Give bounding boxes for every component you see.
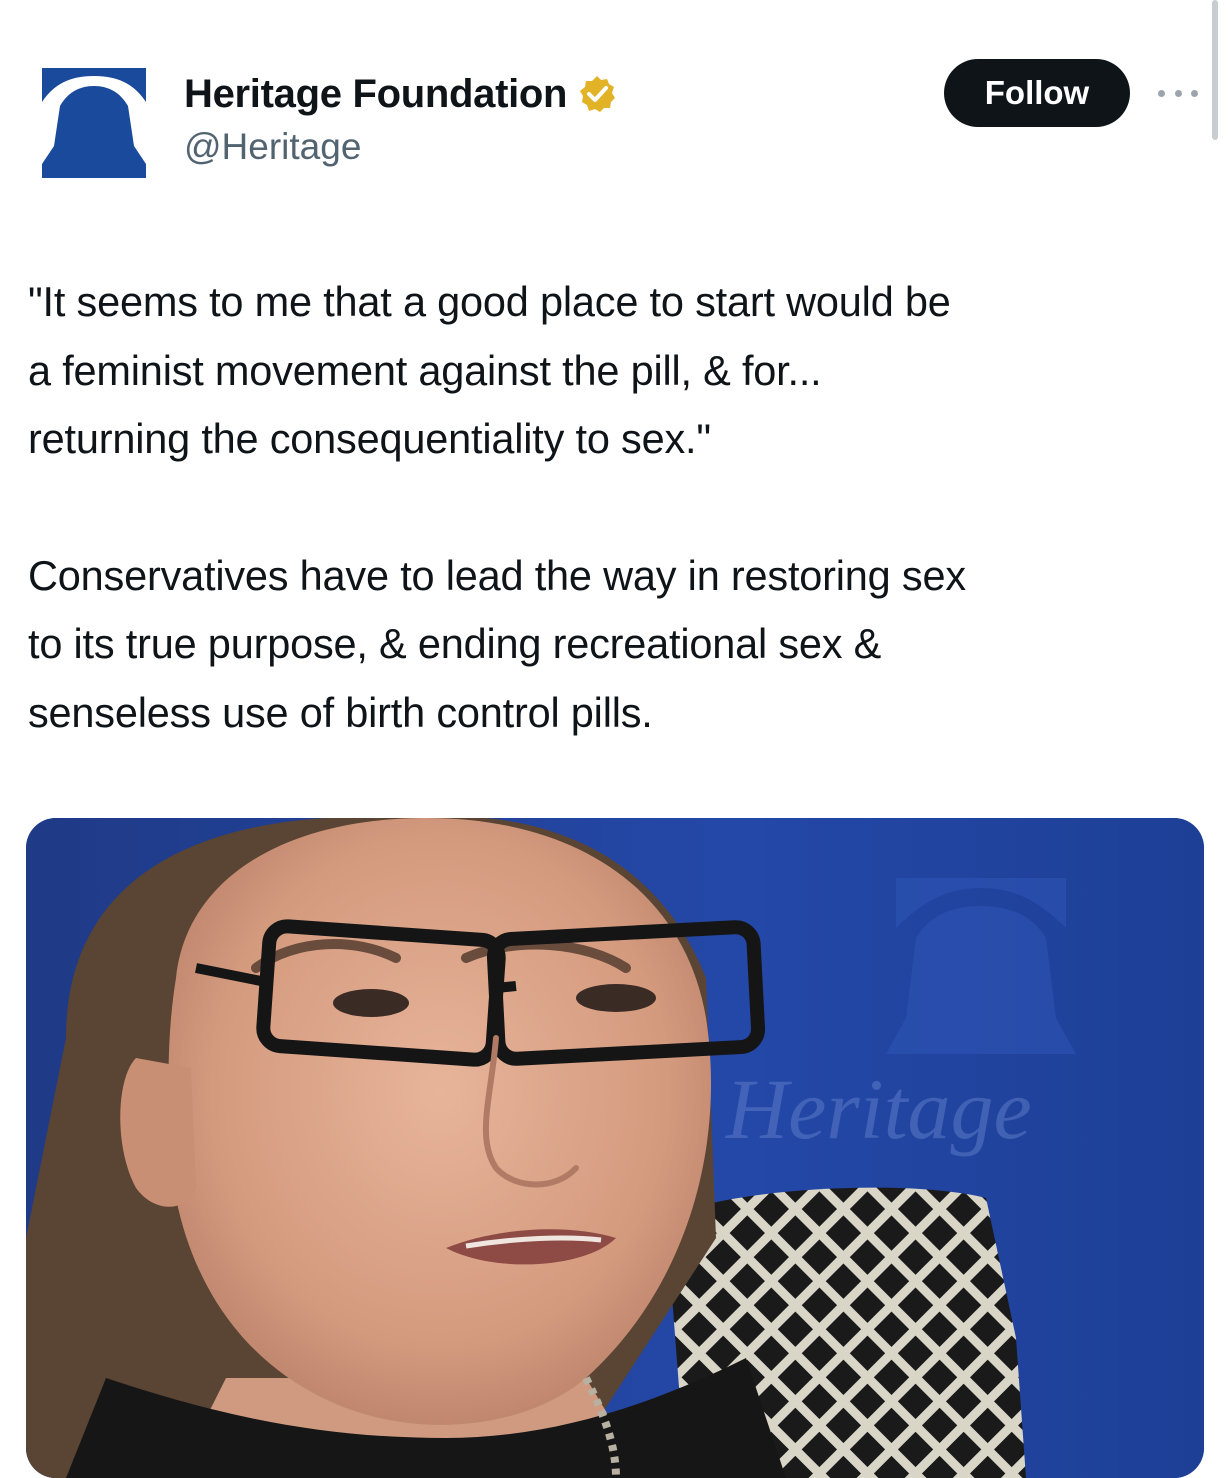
heritage-bell-logo-icon [38, 66, 150, 180]
video-still-image: Heritage [26, 818, 1204, 1478]
tweet-card: Heritage Foundation @Heritage Follow "It… [0, 0, 1230, 1478]
tweet-media[interactable]: Heritage [26, 818, 1204, 1478]
account-handle[interactable]: @Heritage [184, 126, 617, 168]
dot-icon [1174, 89, 1182, 97]
dot-icon [1191, 89, 1198, 97]
follow-button[interactable]: Follow [944, 59, 1130, 127]
tweet-paragraph-comment: Conservatives have to lead the way in re… [28, 551, 966, 736]
tweet-text: "It seems to me that a good place to sta… [28, 268, 1208, 747]
account-info[interactable]: Heritage Foundation @Heritage [184, 68, 617, 168]
scrollbar[interactable] [1212, 0, 1218, 140]
more-options-icon[interactable] [1158, 78, 1198, 108]
account-avatar[interactable] [38, 66, 150, 180]
media-watermark: Heritage [725, 1061, 1032, 1157]
tweet-paragraph-quote: "It seems to me that a good place to sta… [28, 278, 951, 462]
display-name[interactable]: Heritage Foundation [184, 72, 567, 117]
verified-badge-icon [577, 74, 617, 114]
dot-icon [1158, 89, 1165, 97]
